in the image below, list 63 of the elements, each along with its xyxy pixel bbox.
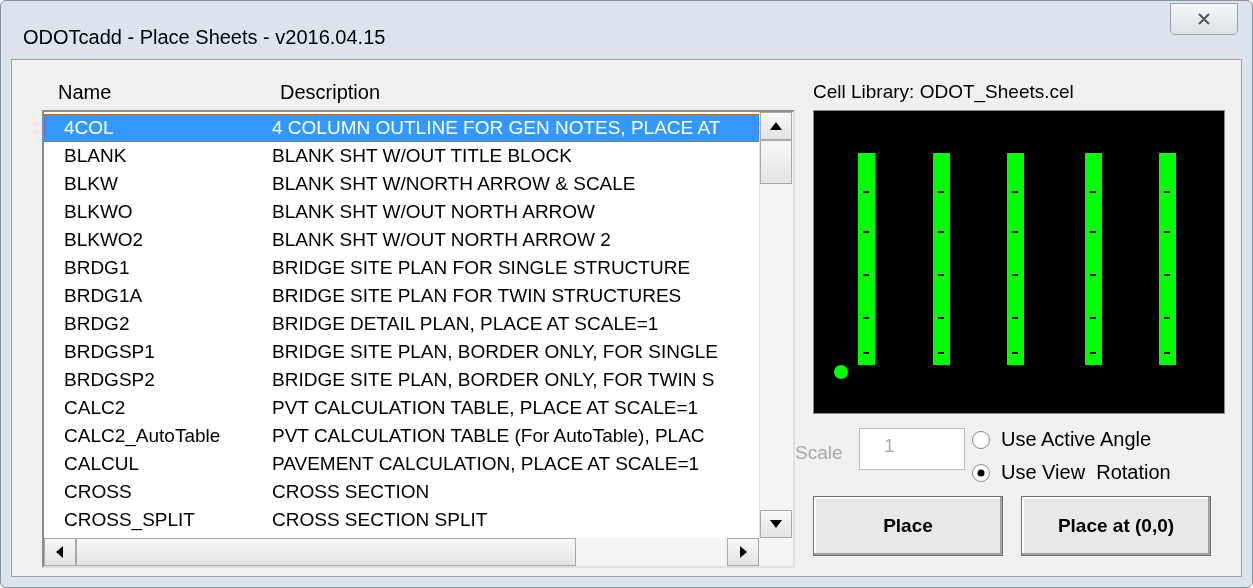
- sheet-description: BLANK SHT W/OUT TITLE BLOCK: [272, 145, 572, 167]
- list-row[interactable]: BLKWO BLANK SHT W/OUT NORTH ARROW: [44, 198, 759, 226]
- sheet-description: BLANK SHT W/NORTH ARROW & SCALE: [272, 173, 636, 195]
- sheet-description: CROSS SECTION SPLIT: [272, 509, 488, 531]
- scrollbar-thumb[interactable]: [760, 140, 792, 184]
- sheet-name: CROSS_SPLIT: [63, 509, 196, 531]
- list-row[interactable]: CROSS CROSS SECTION: [44, 478, 759, 506]
- scroll-up-button[interactable]: [760, 112, 792, 140]
- sheet-description: BRIDGE DETAIL PLAN, PLACE AT SCALE=1: [272, 313, 659, 335]
- sheet-name: BRDG1A: [63, 285, 144, 307]
- scrollbar-thumb[interactable]: [76, 538, 576, 566]
- sheet-description: CROSS SECTION: [272, 481, 430, 503]
- window-title: ODOTcadd - Place Sheets - v2016.04.15: [22, 24, 386, 49]
- sheet-description: BRIDGE SITE PLAN FOR TWIN STRUCTURES: [272, 285, 682, 307]
- sheet-description: BRIDGE SITE PLAN, BORDER ONLY, FOR TWIN S: [272, 369, 715, 391]
- sheet-description: BRIDGE SITE PLAN FOR SINGLE STRUCTURE: [272, 257, 691, 279]
- sheet-name: 4COL: [63, 117, 115, 139]
- list-row[interactable]: CALC2 PVT CALCULATION TABLE, PLACE AT SCALE=1: [44, 394, 759, 422]
- list-row[interactable]: CALCUL PAVEMENT CALCULATION, PLACE AT SCALE=1: [44, 450, 759, 478]
- sheet-name: BRDG2: [63, 313, 131, 335]
- list-row[interactable]: CROSS_SPLIT CROSS SECTION SPLIT: [44, 506, 759, 534]
- list-row[interactable]: BLKW BLANK SHT W/NORTH ARROW & SCALE: [44, 170, 759, 198]
- sheet-name: BLKWO2: [63, 229, 145, 251]
- sheet-name: CALC2: [63, 397, 127, 419]
- column-header: Description: [280, 80, 381, 104]
- sheet-description: 4 COLUMN OUTLINE FOR GEN NOTES, PLACE AT: [272, 117, 721, 139]
- sheet-description: BLANK SHT W/OUT NORTH ARROW 2: [272, 229, 611, 251]
- radio-button[interactable]: [971, 462, 991, 483]
- sheet-name: BRDG1: [63, 257, 131, 279]
- list-row[interactable]: CALC2_AutoTable PVT CALCULATION TABLE (For AutoTable), PLAC: [44, 422, 759, 450]
- list-row[interactable]: BRDG1 BRIDGE SITE PLAN FOR SINGLE STRUCTURE: [44, 254, 759, 282]
- scroll-right-button[interactable]: [727, 538, 759, 566]
- radio-label: Use Active Angle: [1001, 428, 1152, 451]
- radio-button[interactable]: [971, 429, 991, 450]
- sheet-description: PAVEMENT CALCULATION, PLACE AT SCALE=1: [272, 453, 700, 475]
- sheet-description: BRIDGE SITE PLAN, BORDER ONLY, FOR SINGLE: [272, 341, 718, 363]
- list-row[interactable]: BLANK BLANK SHT W/OUT TITLE BLOCK: [44, 142, 759, 170]
- list-row[interactable]: BRDG2 BRIDGE DETAIL PLAN, PLACE AT SCALE=1: [44, 310, 759, 338]
- list-row[interactable]: BRDG1A BRIDGE SITE PLAN FOR TWIN STRUCTURES: [44, 282, 759, 310]
- place-button[interactable]: Place at (0,0): [1021, 496, 1211, 556]
- sheet-name: CROSS: [63, 481, 133, 503]
- radio-label: Use View Rotation: [1001, 461, 1171, 484]
- list-row[interactable]: BLKWO2 BLANK SHT W/OUT NORTH ARROW 2: [44, 226, 759, 254]
- place-button[interactable]: Place: [813, 496, 1003, 556]
- cell-library-label: Cell Library: ODOT_Sheets.cel: [813, 80, 1075, 105]
- close-icon: [1197, 13, 1211, 25]
- sheet-name: CALC2_AutoTable: [63, 425, 222, 447]
- sheet-name: CALCUL: [63, 453, 140, 475]
- sheet-name: BLKWO: [63, 201, 134, 223]
- scroll-down-button[interactable]: [760, 510, 792, 538]
- sheet-description: PVT CALCULATION TABLE (For AutoTable), PLAC: [272, 425, 705, 447]
- sheet-name: BLKW: [63, 173, 119, 195]
- sheet-description: PVT CALCULATION TABLE, PLACE AT SCALE=1: [272, 397, 699, 419]
- close-button[interactable]: [1170, 3, 1238, 35]
- sheet-description: BLANK SHT W/OUT NORTH ARROW: [272, 201, 596, 223]
- column-header: Name: [57, 80, 113, 104]
- sheet-name: BRDGSP1: [63, 341, 156, 363]
- scale-label: Scale: [795, 442, 844, 464]
- scroll-left-button[interactable]: [44, 538, 76, 566]
- list-row[interactable]: BRDGSP2 BRIDGE SITE PLAN, BORDER ONLY, FOR TWIN S: [44, 366, 759, 394]
- list-row[interactable]: BRDGSP1 BRIDGE SITE PLAN, BORDER ONLY, FOR SINGLE: [44, 338, 759, 366]
- sheet-name: BLANK: [63, 145, 128, 167]
- sheet-name: BRDGSP2: [63, 369, 156, 391]
